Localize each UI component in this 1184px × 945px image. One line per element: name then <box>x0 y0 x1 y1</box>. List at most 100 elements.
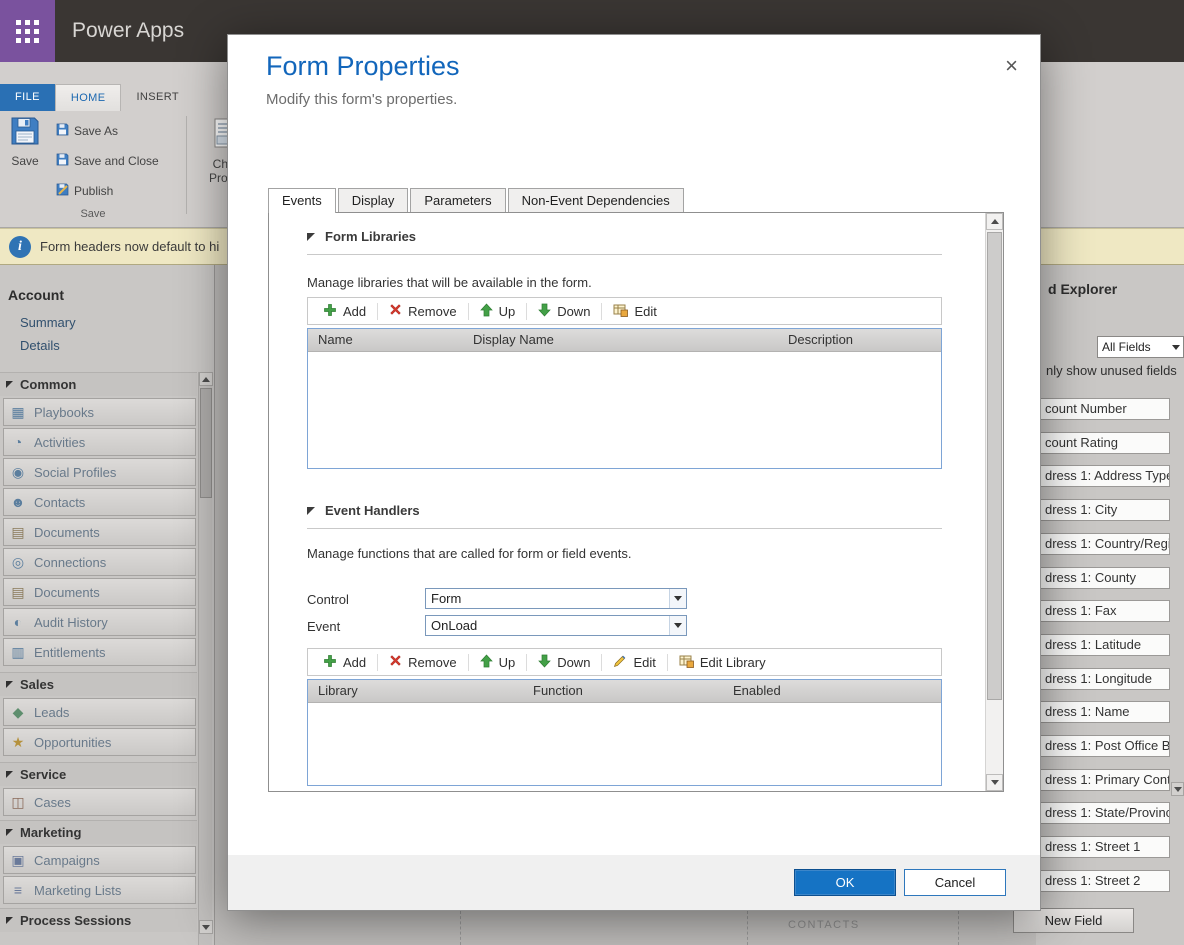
form-libraries-title: Form Libraries <box>325 229 416 244</box>
nav-item-leads[interactable]: ◆Leads <box>3 698 196 726</box>
nav-section-marketing[interactable]: Marketing <box>0 820 197 844</box>
edit-button[interactable]: Edit <box>602 649 666 675</box>
nav-item-cases[interactable]: ◫Cases <box>3 788 196 816</box>
field-explorer-title: d Explorer <box>1048 281 1117 297</box>
nav-section-service[interactable]: Service <box>0 762 197 786</box>
form-libraries-table[interactable]: Name Display Name Description <box>307 328 942 469</box>
scroll-down-button[interactable] <box>986 774 1003 791</box>
show-unused-checkbox-label[interactable]: nly show unused fields <box>1046 363 1177 378</box>
field-item[interactable]: count Number <box>1036 398 1170 420</box>
nav-item-opportunities[interactable]: ★Opportunities <box>3 728 196 756</box>
field-item[interactable]: dress 1: State/Province <box>1036 802 1170 824</box>
scroll-up-button[interactable] <box>986 213 1003 230</box>
nav-item-activities[interactable]: ◔Activities <box>3 428 196 456</box>
nav-item-label: Connections <box>34 555 106 570</box>
field-item[interactable]: dress 1: Street 1 <box>1036 836 1170 858</box>
new-field-button[interactable]: New Field <box>1013 908 1134 933</box>
add-button[interactable]: Add <box>312 298 377 324</box>
field-filter-select[interactable]: All Fields <box>1097 336 1184 358</box>
field-item[interactable]: dress 1: County <box>1036 567 1170 589</box>
event-label: Event <box>307 619 340 634</box>
nav-item-contacts[interactable]: ☻Contacts <box>3 488 196 516</box>
nav-link-summary[interactable]: Summary <box>20 315 76 330</box>
remove-icon <box>389 303 402 319</box>
left-panel-scrollbar[interactable] <box>198 372 212 945</box>
field-item[interactable]: dress 1: Name <box>1036 701 1170 723</box>
scroll-up-button[interactable] <box>199 372 213 386</box>
dialog-tab-strip: Events Display Parameters Non-Event Depe… <box>268 188 686 212</box>
save-as-button[interactable]: Save As <box>56 120 118 142</box>
remove-button[interactable]: Remove <box>378 298 467 324</box>
tab-events[interactable]: Events <box>268 188 336 213</box>
tab-display[interactable]: Display <box>338 188 409 212</box>
field-item[interactable]: dress 1: Country/Region <box>1036 533 1170 555</box>
tab-file[interactable]: FILE <box>0 84 55 111</box>
field-item[interactable]: dress 1: City <box>1036 499 1170 521</box>
field-item[interactable]: dress 1: Primary Contac <box>1036 769 1170 791</box>
scroll-down-button[interactable] <box>199 920 213 934</box>
nav-item-documents[interactable]: ▤Documents <box>3 518 196 546</box>
add-button[interactable]: Add <box>312 649 377 675</box>
up-button[interactable]: Up <box>469 649 527 675</box>
nav-item-marketing-lists[interactable]: ≡Marketing Lists <box>3 876 196 904</box>
event-select-value: OnLoad <box>426 618 669 633</box>
column-description: Description <box>778 329 941 351</box>
field-list-scroll-down-button[interactable] <box>1171 782 1184 796</box>
entity-title: Account <box>8 287 64 303</box>
nav-section-common[interactable]: Common <box>0 372 197 396</box>
save-button[interactable]: Save <box>2 116 48 216</box>
nav-item-connections[interactable]: ◎Connections <box>3 548 196 576</box>
nav-link-details[interactable]: Details <box>20 338 60 353</box>
edit-label: Edit <box>633 655 655 670</box>
edit-library-button[interactable]: Edit Library <box>668 649 777 675</box>
section-divider <box>307 528 942 529</box>
save-and-close-button[interactable]: Save and Close <box>56 150 159 172</box>
edit-button[interactable]: Edit <box>602 298 667 324</box>
down-button[interactable]: Down <box>527 298 601 324</box>
dialog-tab-content: Form Libraries Manage libraries that wil… <box>268 212 1004 792</box>
publish-button[interactable]: Publish <box>56 180 113 202</box>
event-select[interactable]: OnLoad <box>425 615 687 636</box>
cancel-button[interactable]: Cancel <box>904 869 1006 896</box>
field-item[interactable]: dress 1: Address Type <box>1036 465 1170 487</box>
nav-section-sales[interactable]: Sales <box>0 672 197 696</box>
ok-button[interactable]: OK <box>794 869 896 896</box>
nav-item-entitlements[interactable]: ▥Entitlements <box>3 638 196 666</box>
nav-item-audit-history[interactable]: ◐Audit History <box>3 608 196 636</box>
form-libraries-section-header[interactable]: Form Libraries <box>307 229 416 244</box>
nav-item-social-profiles[interactable]: ◉Social Profiles <box>3 458 196 486</box>
collapse-triangle-icon <box>6 917 13 924</box>
field-item[interactable]: dress 1: Latitude <box>1036 634 1170 656</box>
scrollbar-thumb[interactable] <box>987 232 1002 700</box>
nav-item-campaigns[interactable]: ▣Campaigns <box>3 846 196 874</box>
field-item[interactable]: dress 1: Longitude <box>1036 668 1170 690</box>
nav-item-documents-2[interactable]: ▤Documents <box>3 578 196 606</box>
field-item[interactable]: dress 1: Post Office Box <box>1036 735 1170 757</box>
tab-parameters[interactable]: Parameters <box>410 188 505 212</box>
field-item[interactable]: dress 1: Fax <box>1036 600 1170 622</box>
up-button[interactable]: Up <box>469 298 527 324</box>
event-handlers-table[interactable]: Library Function Enabled <box>307 679 942 786</box>
waffle-menu-button[interactable] <box>0 0 55 62</box>
nav-item-label: Entitlements <box>34 645 106 660</box>
scrollbar-thumb[interactable] <box>200 388 212 498</box>
save-as-label: Save As <box>74 124 118 138</box>
add-label: Add <box>343 304 366 319</box>
down-button[interactable]: Down <box>527 649 601 675</box>
arrow-down-icon <box>202 925 210 930</box>
control-select[interactable]: Form <box>425 588 687 609</box>
tab-insert[interactable]: INSERT <box>121 84 194 111</box>
app-title: Power Apps <box>72 0 184 62</box>
canvas-contacts-section-label: CONTACTS <box>788 919 860 931</box>
tab-home[interactable]: HOME <box>55 84 122 111</box>
remove-button[interactable]: Remove <box>378 649 467 675</box>
nav-section-process-sessions[interactable]: Process Sessions <box>0 908 197 932</box>
nav-item-playbooks[interactable]: ▦Playbooks <box>3 398 196 426</box>
close-icon[interactable]: × <box>1005 55 1018 77</box>
field-item[interactable]: dress 1: Street 2 <box>1036 870 1170 892</box>
field-item[interactable]: count Rating <box>1036 432 1170 454</box>
dialog-scrollbar[interactable] <box>985 213 1003 791</box>
tab-non-event-dependencies[interactable]: Non-Event Dependencies <box>508 188 684 212</box>
arrow-up-icon <box>480 303 493 320</box>
event-handlers-section-header[interactable]: Event Handlers <box>307 503 420 518</box>
